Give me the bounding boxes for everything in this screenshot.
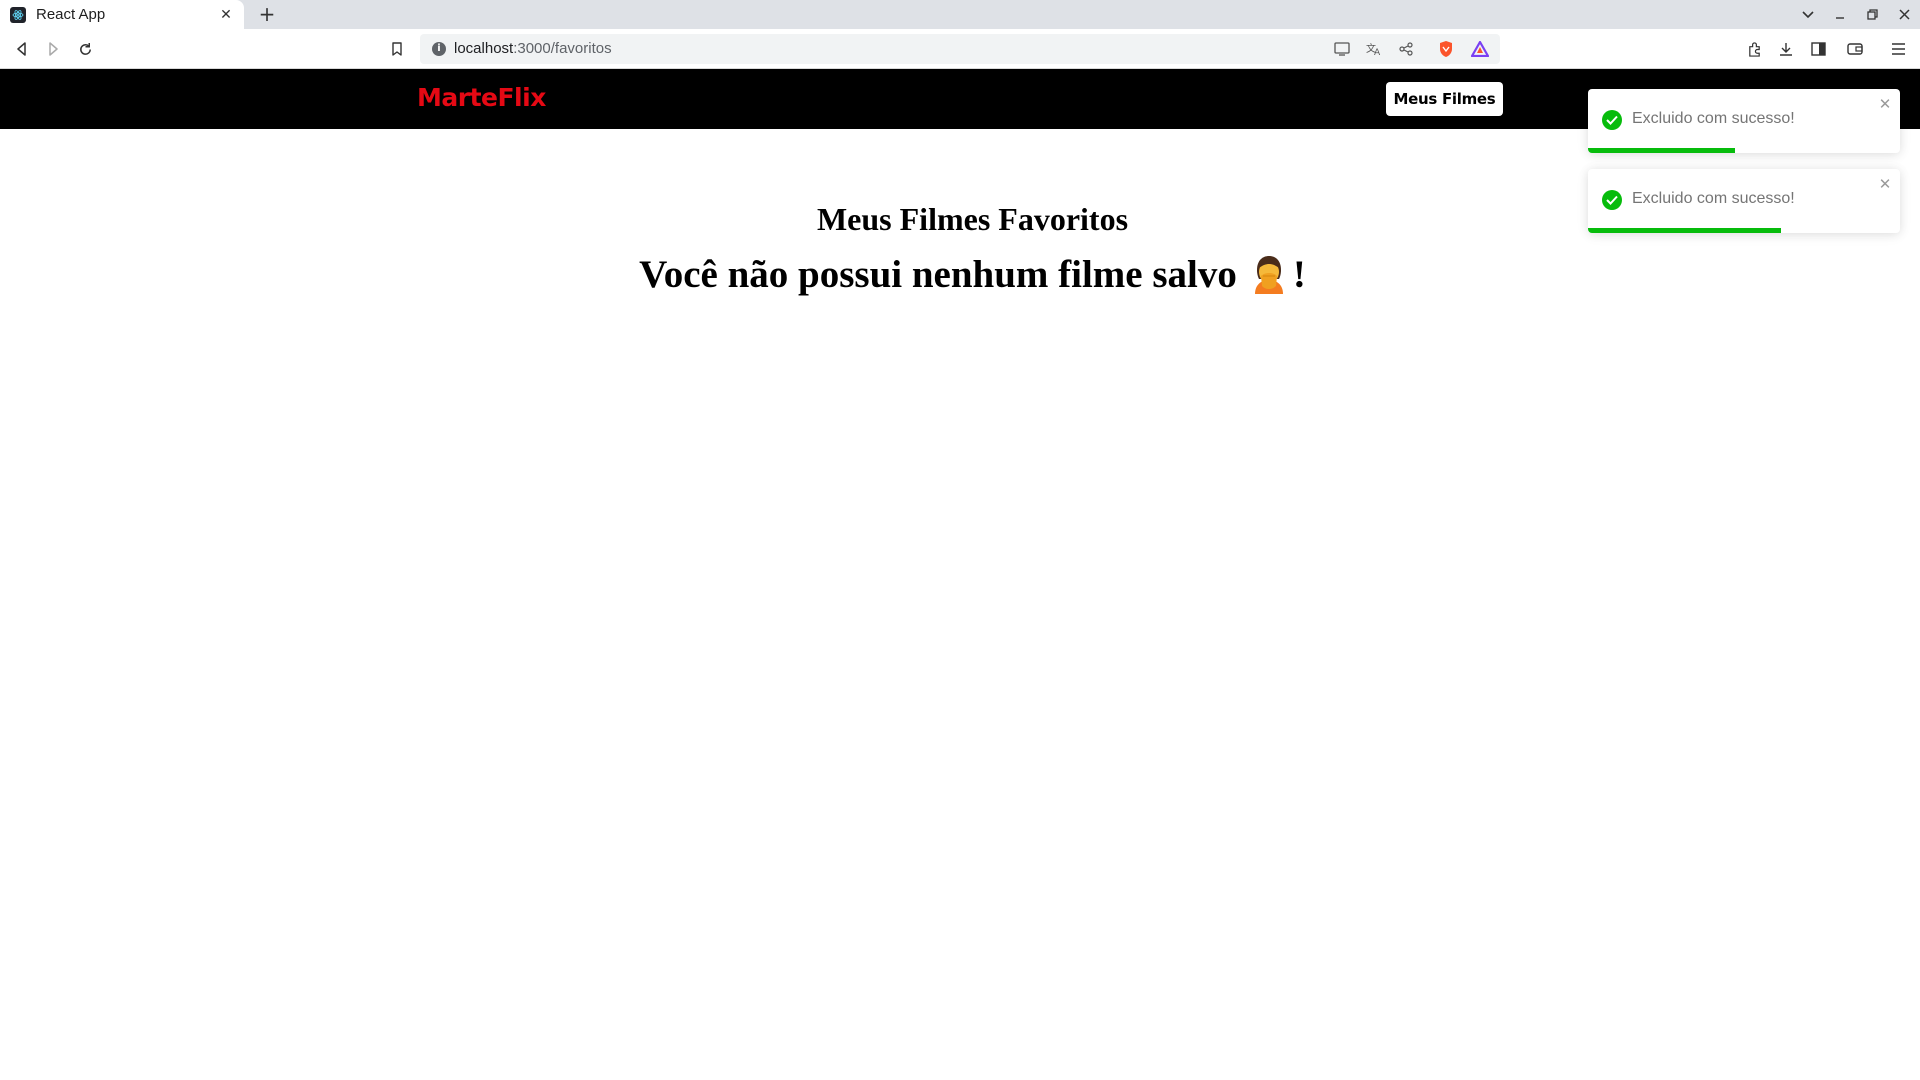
logo[interactable]: MarteFlix xyxy=(417,83,546,112)
share-icon[interactable] xyxy=(1396,39,1416,59)
toast-progress-bar xyxy=(1588,228,1782,233)
sidebar-icon[interactable] xyxy=(1806,37,1830,61)
window-close-icon[interactable] xyxy=(1888,0,1920,29)
svg-text:A: A xyxy=(1374,48,1381,56)
toast-close-icon[interactable]: ✕ xyxy=(1878,97,1892,112)
page-content: MarteFlix Meus Filmes Meus Filmes Favori… xyxy=(0,69,1920,1080)
new-tab-button[interactable]: + xyxy=(256,3,278,25)
url-text: localhost:3000/favoritos xyxy=(454,40,612,57)
toast-close-icon[interactable]: ✕ xyxy=(1878,177,1892,192)
react-logo-icon xyxy=(10,6,26,23)
forward-icon[interactable] xyxy=(41,37,65,61)
brave-shield-icon[interactable] xyxy=(1436,39,1456,59)
tab-title: React App xyxy=(36,6,106,23)
back-icon[interactable] xyxy=(10,37,34,61)
empty-state-suffix: ! xyxy=(1292,253,1306,296)
translate-icon[interactable]: 文A xyxy=(1364,39,1384,59)
toast-progress-bar xyxy=(1588,148,1735,153)
browser-toolbar: i localhost:3000/favoritos 文A xyxy=(0,29,1920,69)
meus-filmes-button[interactable]: Meus Filmes xyxy=(1386,82,1503,116)
empty-state-text: Você não possui nenhum filme salvo xyxy=(639,253,1237,296)
tab-close-icon[interactable]: ✕ xyxy=(218,7,234,23)
cast-icon[interactable] xyxy=(1332,39,1352,59)
minimize-icon[interactable] xyxy=(1824,0,1856,29)
browser-tab[interactable]: React App ✕ xyxy=(0,0,244,29)
url-path: :3000/favoritos xyxy=(513,40,612,57)
toast-notification[interactable]: Excluido com sucesso! ✕ xyxy=(1588,169,1900,233)
tab-list-chevron-icon[interactable] xyxy=(1792,0,1824,29)
restore-icon[interactable] xyxy=(1856,0,1888,29)
empty-state-message: Você não possui nenhum filme salvo ! xyxy=(0,252,1920,297)
toast-message: Excluido com sucesso! xyxy=(1632,110,1795,127)
window-controls xyxy=(1792,0,1920,29)
download-icon[interactable] xyxy=(1774,37,1798,61)
browser-tabstrip: React App ✕ + xyxy=(0,0,1920,29)
address-bar[interactable]: i localhost:3000/favoritos 文A xyxy=(420,34,1500,64)
site-info-icon[interactable]: i xyxy=(432,42,446,56)
reload-icon[interactable] xyxy=(73,37,97,61)
toast-message: Excluido com sucesso! xyxy=(1632,190,1795,207)
url-host: localhost xyxy=(454,40,514,57)
bookmark-icon[interactable] xyxy=(385,37,409,61)
menu-icon[interactable] xyxy=(1886,37,1910,61)
success-check-icon xyxy=(1602,110,1622,130)
brave-rewards-icon[interactable] xyxy=(1470,39,1490,59)
success-check-icon xyxy=(1602,190,1622,210)
toast-notification[interactable]: Excluido com sucesso! ✕ xyxy=(1588,89,1900,153)
wallet-icon[interactable] xyxy=(1843,37,1867,61)
face-palm-emoji-icon xyxy=(1249,254,1289,296)
extensions-icon[interactable] xyxy=(1742,37,1766,61)
